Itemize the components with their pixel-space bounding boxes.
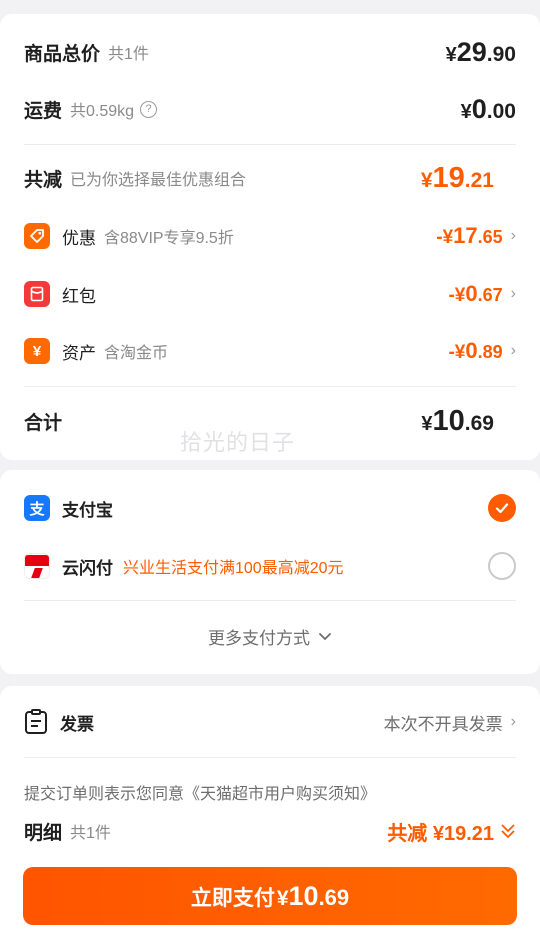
currency-symbol: ¥ [276,887,289,910]
goods-total-label: 商品总价 [24,43,101,65]
agreement-text[interactable]: 提交订单则表示您同意《天猫超市用户购买须知》 [24,780,376,804]
pay-now-button[interactable]: 立即支付 ¥10.69 [23,867,517,925]
discount-total-price: ¥19.21 [421,162,494,195]
price-integer: 10 [432,404,465,437]
discount-total-row: 共减 已为你选择最佳优惠组合 ¥19.21 [24,160,516,196]
detail-saving: 共减 ¥19.21 [387,822,494,845]
detail-count: 共1件 [70,825,111,842]
radio-unchecked-icon[interactable] [488,552,516,580]
coupon-label: 优惠 [62,228,96,248]
divider [24,600,516,601]
currency-symbol: -¥ [448,285,466,306]
unionpay-icon [24,553,50,579]
payment-option-unionpay[interactable]: 云闪付 兴业生活支付满100最高减20元 [24,550,516,582]
price-decimal: .67 [477,285,503,305]
price-integer: 29 [456,36,487,67]
currency-symbol: -¥ [448,342,466,363]
price-decimal: .69 [464,411,494,435]
chevron-down-icon [319,633,331,641]
price-integer: 10 [288,881,319,911]
coupon-amount: -¥ 17.65 [436,223,502,249]
alipay-icon: 支 [24,495,50,521]
goods-total-price: ¥29.90 [446,37,516,68]
check-icon[interactable] [488,494,516,522]
shipping-label: 运费 [24,100,63,122]
coupon-row[interactable]: 优惠 含88VIP专享9.5折 -¥ 17.65 › [24,222,516,250]
chevron-right-icon: › [510,227,516,244]
redpacket-label: 红包 [62,286,96,306]
discount-total-label: 共减 [24,169,63,191]
coupon-note: 含88VIP专享9.5折 [104,230,234,247]
shipping-row: 运费 共0.59kg ? ¥0.00 [24,91,516,127]
price-decimal: .65 [477,227,503,247]
double-chevron-down-icon[interactable] [500,822,516,840]
divider [24,757,516,758]
currency-symbol: ¥ [420,168,433,192]
price-decimal: .89 [477,342,503,362]
redpacket-amount: -¥ 0.67 [448,281,502,307]
help-icon[interactable]: ? [140,100,158,118]
invoice-icon [24,709,48,735]
detail-row[interactable]: 明细 共1件 共减 ¥19.21 [24,815,516,847]
unionpay-promo: 兴业生活支付满100最高减20元 [123,560,344,577]
goods-total-row: 商品总价 共1件 ¥29.90 [24,34,516,70]
payment-option-alipay[interactable]: 支 支付宝 [24,492,516,524]
price-decimal: .90 [486,42,516,66]
more-payment-methods[interactable]: 更多支付方式 [24,622,516,650]
assets-label: 资产 [62,343,96,363]
pay-button-text: 立即支付 [190,887,275,910]
divider [24,386,516,387]
yuan-coin-icon: ¥ [24,338,50,364]
currency-symbol: ¥ [460,100,472,123]
shipping-weight: 共0.59kg [70,103,135,120]
redpacket-row[interactable]: 红包 -¥ 0.67 › [24,280,516,308]
divider [24,144,516,145]
price-decimal: .69 [318,885,350,910]
assets-note: 含淘金币 [104,345,169,362]
shipping-price: ¥0.00 [461,94,516,125]
alipay-label: 支付宝 [62,500,113,520]
unionpay-label: 云闪付 [62,558,113,578]
invoice-label: 发票 [60,714,94,734]
assets-row[interactable]: ¥ 资产 含淘金币 -¥ 0.89 › [24,337,516,365]
price-decimal: .00 [486,99,516,123]
chevron-right-icon: › [510,285,516,302]
detail-label: 明细 [24,822,63,844]
price-integer: 0 [465,338,478,363]
grand-total-label: 合计 [24,412,63,434]
price-integer: 0 [471,93,487,124]
chevron-right-icon: › [510,713,516,730]
price-integer: 0 [465,281,478,306]
price-integer: 17 [453,223,478,248]
goods-count: 共1件 [108,46,149,63]
discount-note: 已为你选择最佳优惠组合 [70,172,247,189]
currency-symbol: -¥ [436,227,454,248]
agreement-row[interactable]: 提交订单则表示您同意《天猫超市用户购买须知》 [24,780,516,804]
currency-symbol: ¥ [421,412,433,435]
price-integer: 19 [432,161,465,194]
watermark: 拾光的日子 [180,430,296,455]
assets-amount: -¥ 0.89 [448,338,502,364]
invoice-row[interactable]: 发票 本次不开具发票 › [24,706,516,738]
coupon-tag-icon [24,223,50,249]
grand-total-price: ¥10.69 [421,405,494,438]
redpacket-icon [24,281,50,307]
price-decimal: .21 [464,168,494,192]
invoice-value: 本次不开具发票 [383,714,503,734]
chevron-right-icon: › [510,342,516,359]
currency-symbol: ¥ [445,43,457,66]
more-payment-label: 更多支付方式 [208,628,310,648]
